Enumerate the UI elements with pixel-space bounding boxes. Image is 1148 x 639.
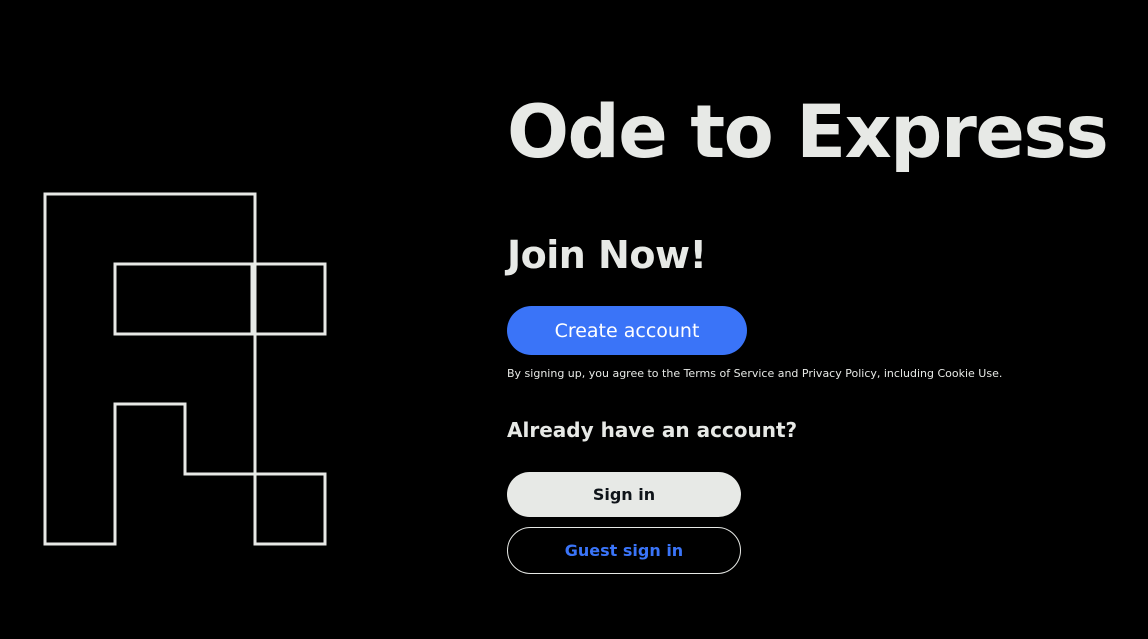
logo-icon [43, 192, 327, 546]
join-heading: Join Now! [507, 233, 707, 277]
terms-notice: By signing up, you agree to the Terms of… [507, 367, 1003, 380]
logo-outer-shape [43, 192, 327, 546]
already-have-account-heading: Already have an account? [507, 418, 798, 442]
guest-sign-in-label: Guest sign in [564, 541, 684, 560]
auth-panel: Ode to Express Join Now! Create account … [507, 0, 1127, 639]
logo-left-bar [113, 262, 254, 336]
guest-sign-in-button[interactable]: Guest sign in [507, 527, 741, 574]
create-account-button[interactable]: Create account [507, 306, 747, 355]
create-account-label: Create account [554, 319, 700, 342]
sign-in-label: Sign in [592, 485, 656, 504]
sign-in-button[interactable]: Sign in [507, 472, 741, 517]
app-title: Ode to Express [507, 90, 1109, 175]
logo-right-square [250, 262, 327, 336]
